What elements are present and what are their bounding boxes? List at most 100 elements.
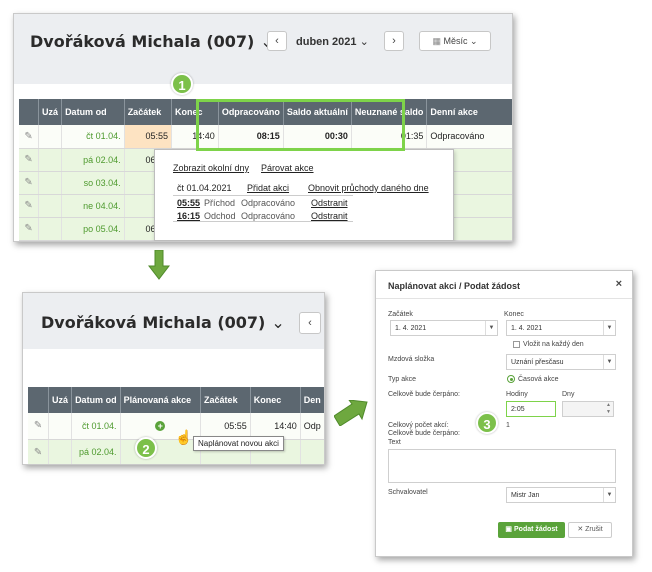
step-badge-1: 1 [171,73,193,95]
dropdown-arrow-icon: ▼ [603,488,615,502]
col-header[interactable]: Začátek [200,387,251,413]
dialog-title: Naplánovat akci / Podat žádost [388,281,521,291]
col-header[interactable]: Datum od [61,99,125,125]
table-cell [38,125,63,149]
pass-type: Odchod [204,211,236,221]
table-cell [38,194,63,218]
table-header: Uzá Datum od Plánovaná akce Začátek Kone… [28,387,324,413]
right-arrow-icon [334,400,368,426]
col-header[interactable]: Konec [250,387,301,413]
daily-action-cell: Odp [300,413,324,440]
every-day-checkbox[interactable] [513,341,520,348]
table-cell [300,439,324,464]
cancel-label: Zrušit [585,526,603,533]
page-title: Dvořáková Michala (007)⌄ [41,313,285,332]
show-neighbor-days-link[interactable]: Zobrazit okolní dny [173,163,249,173]
dialog-header: Naplánovat akci / Podat žádost × [376,271,632,299]
col-header[interactable]: Plánovaná akce [120,387,202,413]
approver-select[interactable]: Mistr Jan ▼ [506,487,616,503]
start-date-value: 1. 4. 2021 [395,325,427,332]
hours-input[interactable]: 2:05 [506,401,556,417]
col-header[interactable]: Uzá [48,387,73,413]
time-action-radio[interactable] [507,375,515,383]
page-title: Dvořáková Michala (007)⌄ [30,32,274,51]
step-badge-3: 3 [476,412,498,434]
date-cell[interactable]: čt 01.04. [71,413,121,440]
dropdown-arrow-icon: ▼ [603,355,615,369]
date-cell[interactable]: po 05.04. [61,217,125,241]
edit-pencil-icon[interactable]: ✎ [19,125,40,149]
text-area[interactable] [388,449,616,483]
plan-action-dialog: Naplánovat akci / Podat žádost × Začátek… [375,270,633,557]
calendar-icon: ▦ [432,36,441,46]
end-date-input[interactable]: 1. 4. 2021 ▼ [506,320,616,336]
edit-pencil-icon[interactable]: ✎ [19,148,40,172]
text-label: Text [388,439,401,446]
edit-pencil-icon[interactable]: ✎ [19,217,40,241]
hours-label: Hodiny [506,391,528,398]
radio-dot [509,377,513,381]
col-header [28,387,50,413]
wage-component-value: Uznání přesčasu [511,359,564,366]
pass-status: Odpracováno [241,211,296,221]
prev-month-button[interactable]: ‹ [267,31,287,51]
add-action-link[interactable]: Přidat akci [247,183,289,193]
date-cell[interactable]: čt 01.04. [61,125,125,149]
step-badge-2: 2 [135,437,157,459]
close-icon[interactable]: × [616,278,622,290]
action-type-label: Typ akce [388,376,417,383]
close-icon: ✕ [577,526,584,533]
col-header[interactable]: Uzá [38,99,63,125]
view-select-value: Měsíc [443,36,468,46]
stepper-icon[interactable]: ▲ ▼ [606,402,611,416]
submit-request-button[interactable]: ▣ Podat žádost [498,522,565,538]
popup-date: čt 01.04.2021 [177,183,232,193]
edit-pencil-icon[interactable]: ✎ [19,194,40,218]
dropdown-arrow-icon: ▼ [485,321,497,335]
every-day-label: Vložit na každý den [523,341,584,348]
cancel-button[interactable]: ✕ Zrušit [568,522,612,538]
wage-component-label: Mzdová složka [388,356,435,363]
view-select[interactable]: ▦ Měsíc ⌄ [419,31,491,51]
day-detail-popup: Zobrazit okolní dny Párovat akce čt 01.0… [154,149,454,241]
col-header[interactable]: Datum od [71,387,121,413]
days-input[interactable]: ▲ ▼ [562,401,614,417]
col-header[interactable]: Začátek [124,99,173,125]
days-label: Dny [562,391,575,398]
date-cell[interactable]: so 03.04. [61,171,125,195]
chevron-down-icon[interactable]: ⌄ [271,313,284,332]
table-cell [48,439,73,464]
attendance-table: Uzá Datum od Plánovaná akce Začátek Kone… [28,387,324,464]
edit-pencil-icon[interactable]: ✎ [28,413,50,440]
dropdown-arrow-icon: ▼ [603,321,615,335]
hand-cursor-icon: ☝ [175,429,193,445]
time-action-label: Časová akce [518,376,559,383]
remove-pass-link[interactable]: Odstranit [311,198,348,208]
edit-pencil-icon[interactable]: ✎ [19,171,40,195]
hours-value: 2:05 [511,406,525,413]
chevron-down-icon: ⌄ [359,36,369,48]
date-cell[interactable]: ne 04.04. [61,194,125,218]
col-header[interactable]: Den [300,387,324,413]
prev-month-button[interactable]: ‹ [299,312,321,334]
next-month-button[interactable]: › [384,31,404,51]
pair-actions-link[interactable]: Párovat akce [261,163,314,173]
total-label-2: Celkově bude čerpáno: [388,430,460,437]
table-cell [38,171,63,195]
refresh-passes-link[interactable]: Obnovit průchody daného dne [308,183,429,193]
edit-pencil-icon[interactable]: ✎ [28,439,50,464]
submit-label: Podat žádost [514,526,558,533]
daily-action-cell: Odpracováno [426,125,512,149]
pass-type: Příchod [204,198,236,208]
col-header[interactable]: Denní akce [426,99,512,125]
add-circle-icon[interactable]: + [155,420,166,431]
date-cell[interactable]: pá 02.04. [71,439,121,464]
month-selector[interactable]: duben 2021 ⌄ [296,35,369,48]
date-cell[interactable]: pá 02.04. [61,148,125,172]
start-date-input[interactable]: 1. 4. 2021 ▼ [390,320,498,336]
wage-component-select[interactable]: Uznání přesčasu ▼ [506,354,616,370]
pass-time[interactable]: 05:55 [177,198,200,208]
end-label: Konec [504,311,524,318]
pass-time[interactable]: 16:15 [177,211,200,221]
remove-pass-link[interactable]: Odstranit [311,211,348,221]
